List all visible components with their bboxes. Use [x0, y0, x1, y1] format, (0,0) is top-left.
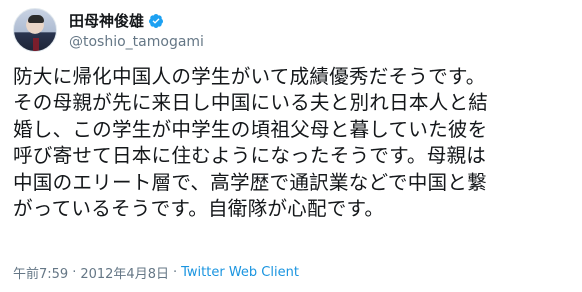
tweet-header: 田母神俊雄 @toshio_tamogami [13, 8, 204, 52]
user-handle[interactable]: @toshio_tamogami [69, 34, 204, 50]
display-name-row: 田母神俊雄 [69, 11, 204, 31]
tweet-text-line: その母親が先に来日し中国にいる夫と別れ日本人と結 [13, 91, 489, 115]
footer-separator: · [72, 265, 77, 280]
avatar[interactable] [13, 8, 57, 52]
tweet-text-line: がっているそうです。自衛隊が心配です。 [13, 197, 385, 221]
display-name[interactable]: 田母神俊雄 [69, 10, 144, 31]
tweet-text-line: 中国のエリート層で、高学歴で通訳業などで中国と繋 [13, 170, 487, 194]
avatar-hair [28, 15, 44, 23]
tweet-client-link[interactable]: Twitter Web Client [181, 265, 299, 280]
tweet-text-line: 呼び寄せて日本に住むようになったそうです。母親は [13, 144, 487, 168]
tweet-footer: 午前7:59 · 2012年4月8日 · Twitter Web Client [13, 263, 299, 282]
tweet-text-line: 婚し、この学生が中学生の頃祖父母と暮していた彼を [13, 117, 488, 141]
avatar-tie [33, 38, 39, 51]
tweet-time[interactable]: 午前7:59 [13, 263, 68, 282]
tweet-date[interactable]: 2012年4月8日 [80, 263, 169, 282]
tweet-text: 防大に帰化中国人の学生がいて成績優秀だそうです。 その母親が先に来日し中国にいる… [13, 64, 573, 222]
user-names: 田母神俊雄 @toshio_tamogami [69, 11, 204, 50]
verified-badge-icon [148, 13, 164, 29]
footer-separator: · [172, 265, 178, 280]
tweet-card: 田母神俊雄 @toshio_tamogami 防大に帰化中国人の学生がいて成績優… [0, 0, 582, 292]
tweet-text-line: 防大に帰化中国人の学生がいて成績優秀だそうです。 [13, 65, 486, 88]
